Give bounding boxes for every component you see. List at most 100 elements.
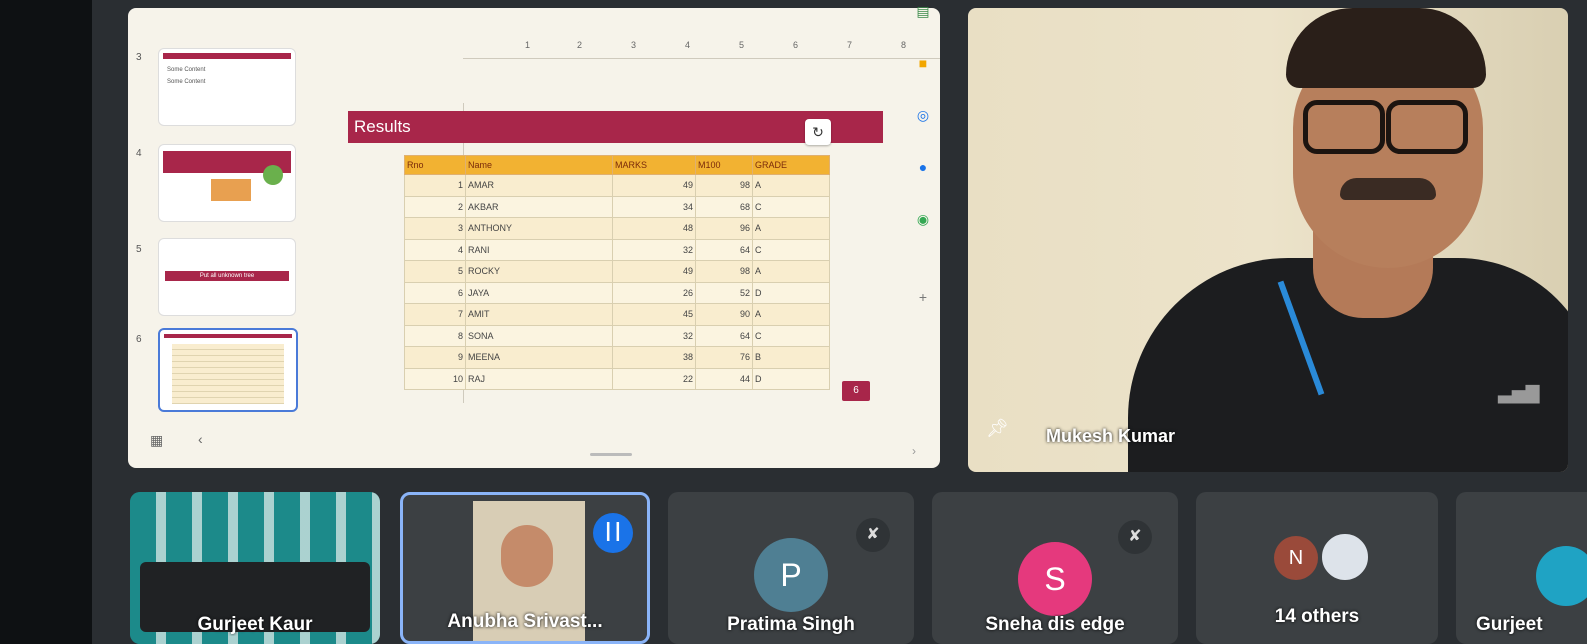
table-cell: 7 bbox=[404, 303, 466, 326]
table-cell: ANTHONY bbox=[465, 217, 613, 240]
avatar: N bbox=[1274, 536, 1318, 580]
table-row: 10 RAJ 22 44 D bbox=[404, 367, 830, 390]
tasks-icon[interactable]: ◎ bbox=[914, 106, 932, 124]
table-row: 6 JAYA 26 52 D bbox=[404, 281, 830, 304]
table-cell: C bbox=[752, 195, 830, 218]
drag-handle[interactable] bbox=[590, 453, 632, 456]
glasses-right bbox=[1386, 100, 1468, 154]
table-cell: AKBAR bbox=[465, 195, 613, 218]
avatar bbox=[1320, 532, 1370, 582]
table-cell: 10 bbox=[404, 367, 466, 390]
chevron-right-icon[interactable]: › bbox=[912, 444, 916, 458]
table-row: 3 ANTHONY 48 96 A bbox=[404, 217, 830, 240]
table-cell: 49 bbox=[612, 260, 696, 283]
thumb-text: Some Content bbox=[167, 79, 206, 85]
table-cell: 9 bbox=[404, 346, 466, 369]
table-cell: 48 bbox=[612, 217, 696, 240]
mic-off-icon: ✘ bbox=[1118, 520, 1152, 554]
slide-number: 4 bbox=[136, 148, 142, 159]
participant-tile[interactable]: ✘ S Sneha dis edge bbox=[932, 492, 1178, 644]
table-cell: 64 bbox=[695, 238, 753, 261]
horizontal-ruler: 1 2 3 4 5 6 7 8 9 bbox=[463, 38, 940, 59]
table-cell: 26 bbox=[612, 281, 696, 304]
table-cell: 4 bbox=[404, 238, 466, 261]
col-header: GRADE bbox=[752, 155, 830, 175]
table-cell: A bbox=[752, 260, 830, 283]
col-header: M100 bbox=[695, 155, 753, 175]
table-cell: 49 bbox=[612, 174, 696, 197]
table-cell: 2 bbox=[404, 195, 466, 218]
participant-tile[interactable]: ✘ P Pratima Singh bbox=[668, 492, 914, 644]
slide-title: Results bbox=[348, 111, 883, 143]
monitor-bezel bbox=[0, 0, 92, 644]
table-cell: 8 bbox=[404, 324, 466, 347]
table-cell: 6 bbox=[404, 281, 466, 304]
grid-view-icon[interactable]: ▦ bbox=[150, 432, 163, 449]
mic-off-icon: ✘ bbox=[856, 518, 890, 552]
side-panel-icons: ▤ ■ ◎ ● ◉ + bbox=[906, 0, 940, 330]
results-table: Rno Name MARKS M100 GRADE 1 AMAR 49 98 A 2 AKB… bbox=[404, 155, 830, 390]
table-cell: 64 bbox=[695, 324, 753, 347]
table-cell: JAYA bbox=[465, 281, 613, 304]
table-cell: 76 bbox=[695, 346, 753, 369]
refresh-icon[interactable]: ↻ bbox=[805, 119, 831, 145]
speaker-hair bbox=[1286, 8, 1486, 88]
table-cell: ROCKY bbox=[465, 260, 613, 283]
ruler-mark: 4 bbox=[685, 40, 691, 50]
table-row: 5 ROCKY 49 98 A bbox=[404, 260, 830, 283]
others-tile[interactable]: N 14 others bbox=[1196, 492, 1438, 644]
main-speaker-tile[interactable]: ▃▅▇ 📌︎ Mukesh Kumar bbox=[968, 8, 1568, 472]
table-row: 1 AMAR 49 98 A bbox=[404, 174, 830, 197]
participant-tile[interactable]: ┃┃ Anubha Srivast... bbox=[400, 492, 650, 644]
speaking-indicator-icon: ┃┃ bbox=[593, 513, 633, 553]
table-cell: A bbox=[752, 217, 830, 240]
table-cell: 3 bbox=[404, 217, 466, 240]
slide-thumb-5[interactable]: Put all unknown tree bbox=[158, 238, 296, 316]
thumb-banner: Put all unknown tree bbox=[165, 271, 289, 281]
table-cell: RAJ bbox=[465, 367, 613, 390]
table-cell: 96 bbox=[695, 217, 753, 240]
slide-thumb-3[interactable]: Some Content Some Content bbox=[158, 48, 296, 126]
avatar bbox=[1536, 546, 1587, 606]
table-cell: 38 bbox=[612, 346, 696, 369]
table-cell: 68 bbox=[695, 195, 753, 218]
table-cell: 52 bbox=[695, 281, 753, 304]
slide-thumb-6[interactable] bbox=[158, 328, 298, 412]
ruler-mark: 6 bbox=[793, 40, 799, 50]
table-cell: C bbox=[752, 324, 830, 347]
ruler-mark: 3 bbox=[631, 40, 637, 50]
col-header: Rno bbox=[404, 155, 466, 175]
table-cell: 44 bbox=[695, 367, 753, 390]
table-row: 7 AMIT 45 90 A bbox=[404, 303, 830, 326]
add-icon[interactable]: + bbox=[914, 288, 932, 306]
participant-face bbox=[501, 525, 553, 587]
ruler-mark: 1 bbox=[525, 40, 531, 50]
table-cell: 45 bbox=[612, 303, 696, 326]
table-cell: 32 bbox=[612, 324, 696, 347]
slide-thumb-4[interactable] bbox=[158, 144, 296, 222]
col-header: MARKS bbox=[612, 155, 696, 175]
contacts-icon[interactable]: ● bbox=[914, 158, 932, 176]
table-cell: A bbox=[752, 303, 830, 326]
speaker-mustache bbox=[1340, 178, 1436, 200]
avatar: P bbox=[754, 538, 828, 612]
house-image bbox=[211, 179, 251, 201]
table-row: 9 MEENA 38 76 B bbox=[404, 346, 830, 369]
table-cell: 90 bbox=[695, 303, 753, 326]
table-row: 2 AKBAR 34 68 C bbox=[404, 195, 830, 218]
participant-name: 14 others bbox=[1274, 606, 1360, 627]
maps-icon[interactable]: ◉ bbox=[914, 210, 932, 228]
table-cell: 34 bbox=[612, 195, 696, 218]
keep-icon[interactable]: ■ bbox=[914, 54, 932, 72]
participant-tile[interactable]: Gurjeet Kaur bbox=[130, 492, 380, 644]
table-cell: MEENA bbox=[465, 346, 613, 369]
participant-name: Sneha dis edge bbox=[985, 614, 1125, 635]
chevron-left-icon[interactable]: ‹ bbox=[198, 431, 203, 447]
current-slide: Results ↻ Rno Name MARKS M100 GRADE 1 AMA… bbox=[348, 103, 883, 408]
sheets-icon[interactable]: ▤ bbox=[914, 2, 932, 20]
participant-tile[interactable]: Gurjeet bbox=[1456, 492, 1587, 644]
pin-icon[interactable]: 📌︎ bbox=[986, 418, 1009, 439]
slide-number: 3 bbox=[136, 52, 142, 63]
table-cell: 22 bbox=[612, 367, 696, 390]
table-row: 8 SONA 32 64 C bbox=[404, 324, 830, 347]
